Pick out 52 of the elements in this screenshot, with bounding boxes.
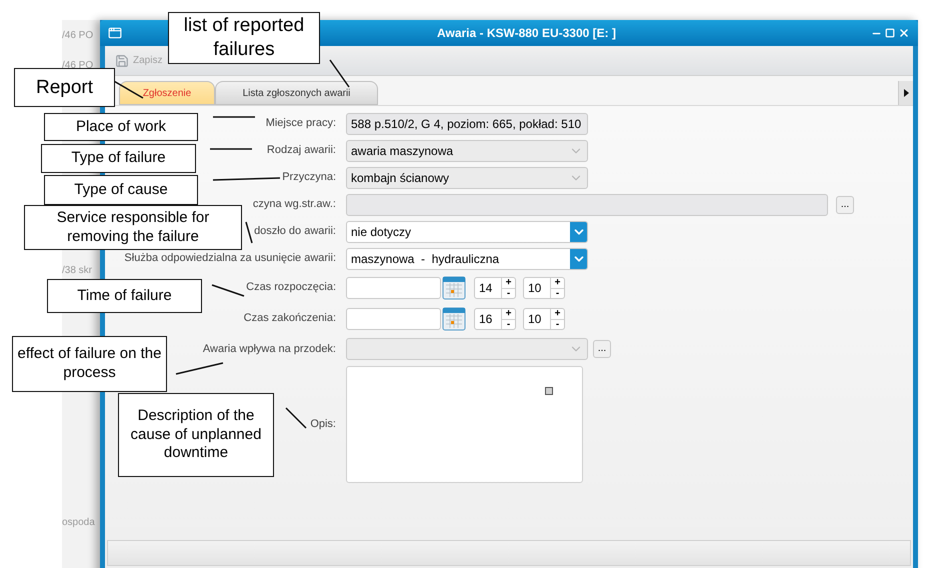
leader-line bbox=[176, 362, 224, 375]
tab[interactable]: Lista zgłoszonych awarii bbox=[215, 81, 378, 105]
leader-line bbox=[212, 284, 244, 297]
leader-line bbox=[212, 177, 280, 181]
annotation-callout: Service responsible for removing the failure bbox=[24, 205, 242, 250]
dropdown-field[interactable]: nie dotyczy bbox=[346, 220, 588, 242]
date-field[interactable] bbox=[346, 276, 441, 298]
leader-line bbox=[245, 222, 253, 244]
dropdown-field[interactable]: maszynowa - hydrauliczna bbox=[346, 248, 588, 270]
window-title: Awaria - KSW-880 EU-3300 [E: ] bbox=[437, 25, 616, 42]
number-spinner[interactable]: 16 + - bbox=[474, 308, 516, 330]
field-label: czyna wg.str.aw.: bbox=[252, 197, 336, 212]
annotation-callout: Type of cause bbox=[44, 175, 198, 205]
annotation-callout: Time of failure bbox=[47, 279, 202, 313]
number-spinner[interactable]: 14 + - bbox=[474, 276, 516, 298]
annotation-callout: list of reported failures bbox=[168, 12, 320, 64]
annotation-callout: effect of failure on the process bbox=[12, 336, 167, 392]
annotation-callout: Type of failure bbox=[41, 144, 196, 173]
browse-button[interactable]: ... bbox=[836, 196, 854, 214]
tab[interactable]: Zgłoszenie bbox=[119, 81, 215, 105]
background-list-text: /46 PO bbox=[62, 28, 94, 42]
field-label: Służba odpowiedzialna za usunięcie awarii: bbox=[124, 251, 336, 266]
annotation-callout: Place of work bbox=[44, 113, 198, 141]
calendar-icon[interactable] bbox=[442, 306, 466, 330]
date-field[interactable] bbox=[346, 308, 441, 330]
leader-line bbox=[213, 116, 255, 118]
annotation-callout: Report bbox=[14, 68, 115, 107]
field-label: Miejsce pracy: bbox=[266, 116, 336, 132]
read-only-field: 588 p.510/2, G 4, poziom: 665, pokład: 510 bbox=[346, 112, 588, 134]
annotation-callout: Description of the cause of unplanned downtime bbox=[118, 393, 274, 477]
field-label: Przyczyna: bbox=[282, 170, 336, 186]
number-spinner[interactable]: 10 + - bbox=[523, 276, 565, 298]
resize-handle-icon[interactable] bbox=[545, 387, 553, 395]
field-label: Awaria wpływa na przodek: bbox=[202, 342, 336, 357]
background-list-text: /38 skr bbox=[62, 264, 92, 278]
tab-scroll-button[interactable] bbox=[898, 81, 913, 105]
leader-line bbox=[285, 407, 307, 429]
leader-line bbox=[210, 148, 252, 150]
field-label: Czas zakończenia: bbox=[244, 311, 336, 326]
text-field[interactable] bbox=[346, 194, 828, 216]
maximize-icon[interactable] bbox=[885, 28, 895, 38]
calendar-icon[interactable] bbox=[442, 276, 466, 300]
field-label: Czas rozpoczęcia: bbox=[246, 280, 336, 296]
field-label: doszło do awarii: bbox=[254, 224, 336, 240]
leader-line bbox=[329, 60, 350, 88]
window-icon bbox=[108, 26, 122, 40]
triangle-icon bbox=[904, 89, 908, 97]
number-spinner[interactable]: 10 + - bbox=[523, 308, 565, 330]
field-label: Rodzaj awarii: bbox=[266, 143, 336, 158]
close-icon[interactable] bbox=[898, 27, 910, 39]
background-list-text: ospoda bbox=[62, 516, 95, 530]
field-label: Opis: bbox=[310, 417, 336, 432]
